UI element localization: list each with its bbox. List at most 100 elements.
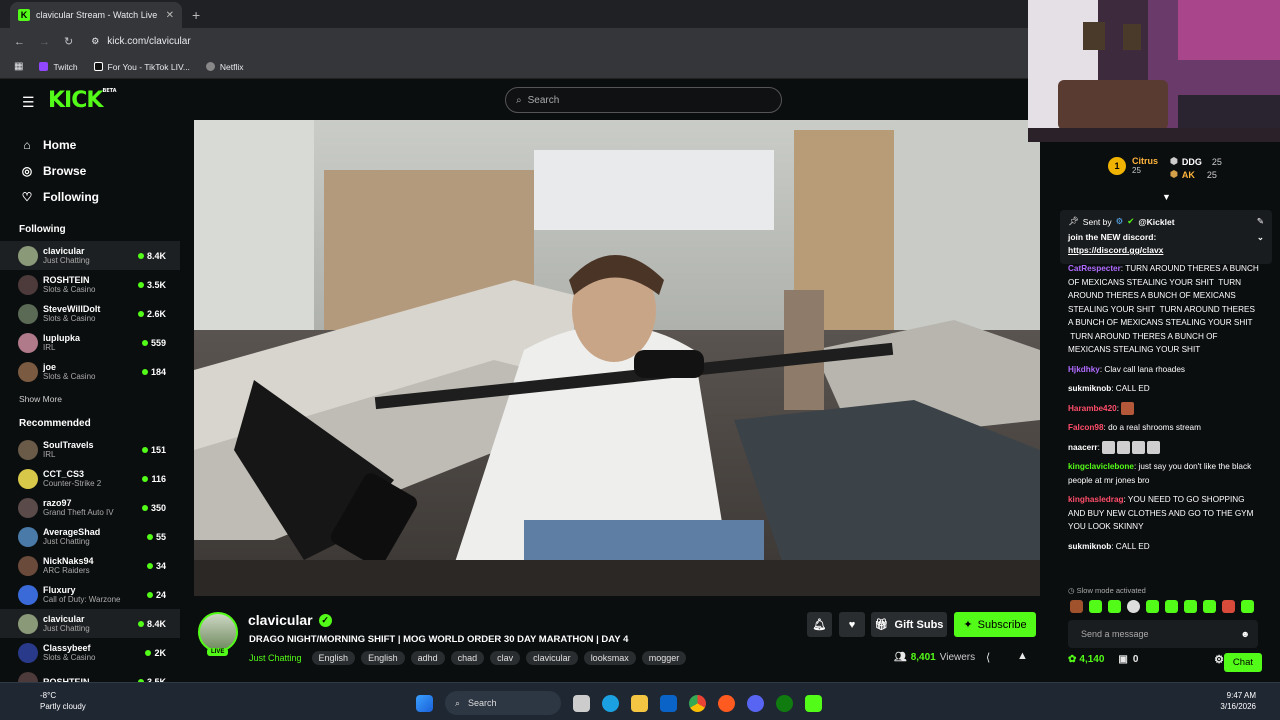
reload-icon[interactable]: ↻ — [64, 35, 73, 48]
heart-icon: ♡ — [21, 190, 33, 204]
chat-username[interactable]: sukmiknob — [1068, 542, 1111, 551]
sidebar-channel[interactable]: SoulTravels IRL 151 — [0, 435, 180, 464]
system-clock[interactable]: 9:47 AM 3/16/2026 — [1220, 690, 1256, 712]
emote-icon[interactable] — [1108, 600, 1121, 613]
chat-username[interactable]: CatRespecter — [1068, 264, 1121, 273]
browser-tab[interactable]: K clavicular Stream - Watch Live o ✕ — [10, 2, 182, 28]
tag[interactable]: adhd — [410, 651, 445, 665]
nav-following[interactable]: ♡ Following — [0, 184, 180, 210]
apps-grid-icon[interactable]: ▦ — [14, 61, 23, 72]
taskbar-search[interactable]: ⌕ Search — [445, 691, 561, 715]
expand-leaderboard-icon[interactable]: ▼ — [1162, 192, 1171, 202]
chat-username[interactable]: sukmiknob — [1068, 384, 1111, 393]
bookmark-tiktok[interactable]: For You - TikTok LIV... — [93, 62, 190, 72]
emote-icon[interactable] — [1184, 600, 1197, 613]
windows-start-icon[interactable] — [416, 694, 433, 712]
chat-username[interactable]: Hjkdhky — [1068, 365, 1100, 374]
emote-icon[interactable] — [1203, 600, 1216, 613]
notification-bell-button[interactable]: 🔔︎ — [807, 612, 832, 637]
tag[interactable]: English — [361, 651, 405, 665]
report-icon[interactable]: ▲ — [1017, 650, 1028, 662]
show-more-link[interactable]: Show More — [0, 394, 180, 404]
chat-text: CALL ED — [1115, 384, 1150, 393]
file-explorer-icon[interactable] — [631, 694, 648, 712]
sidebar-channel[interactable]: CCT_CS3 Counter-Strike 2 116 — [0, 464, 180, 493]
sidebar-channel[interactable]: clavicular Just Chatting 8.4K — [0, 609, 180, 638]
leader-ddg[interactable]: ⬢ DDG 25 — [1170, 156, 1222, 167]
settings-gear-icon[interactable]: ⚙ — [1214, 653, 1224, 666]
pinned-link[interactable]: https://discord.gg/clavx — [1068, 245, 1264, 255]
sidebar-channel[interactable]: razo97 Grand Theft Auto IV 350 — [0, 493, 180, 522]
chat-input[interactable]: Send a message ☻ — [1068, 620, 1258, 648]
emote-icon[interactable] — [1089, 600, 1102, 613]
emote-icon[interactable] — [1146, 600, 1159, 613]
sidebar-channel[interactable]: joe Slots & Casino 184 — [0, 357, 180, 386]
leader-name[interactable]: Citrus — [1132, 156, 1158, 166]
share-icon[interactable]: ⟨ — [986, 651, 990, 664]
kick-logo[interactable]: KICKBETA — [48, 88, 117, 113]
subscribe-button[interactable]: ✦ Subscribe — [954, 612, 1036, 637]
tag[interactable]: English — [311, 651, 356, 665]
bookmark-twitch[interactable]: Twitch — [39, 62, 78, 72]
outlook-icon[interactable] — [660, 694, 677, 712]
emote-icon[interactable] — [1070, 600, 1083, 613]
streamer-name[interactable]: clavicular ✓ — [248, 612, 332, 628]
bookmark-netflix[interactable]: Netflix — [205, 62, 244, 72]
emote-icon[interactable] — [1165, 600, 1178, 613]
discord-icon[interactable] — [747, 694, 764, 712]
address-bar-row: ← → ↻ ⚙ kick.com/clavicular — [0, 28, 1028, 55]
video-player[interactable] — [194, 120, 1040, 596]
xbox-icon[interactable] — [776, 694, 793, 712]
unpin-icon[interactable]: ✎ — [1257, 216, 1264, 227]
sidebar-channel[interactable]: ROSHTEIN Slots & Casino 3.5K — [0, 270, 180, 299]
chat-username[interactable]: Harambe420 — [1068, 404, 1117, 413]
stream-title: DRAGO NIGHT/MORNING SHIFT | MOG WORLD OR… — [249, 634, 629, 645]
tag[interactable]: mogger — [641, 651, 687, 665]
forward-icon[interactable]: → — [39, 36, 50, 48]
tag[interactable]: looksmax — [583, 651, 636, 665]
tag[interactable]: clavicular — [526, 651, 578, 665]
chat-username[interactable]: Falcon98 — [1068, 423, 1104, 432]
sidebar-channel[interactable]: SteveWillDoIt Slots & Casino 2.6K — [0, 299, 180, 328]
chat-send-button[interactable]: Chat — [1223, 653, 1262, 672]
chat-message: kingclaviclebone: just say you don't lik… — [1068, 462, 1252, 485]
edge-icon[interactable] — [602, 694, 619, 712]
follow-button[interactable]: ♥ — [839, 612, 865, 637]
emote-icon[interactable] — [1127, 600, 1140, 613]
app-icon[interactable] — [718, 694, 735, 712]
nav-browse[interactable]: ◎ Browse — [0, 158, 180, 184]
chat-username[interactable]: kingclaviclebone — [1068, 462, 1134, 471]
close-tab-icon[interactable]: ✕ — [166, 10, 174, 21]
sidebar-channel[interactable]: Fluxury Call of Duty: Warzone 24 — [0, 580, 180, 609]
sidebar-channel[interactable]: clavicular Just Chatting 8.4K — [0, 241, 180, 270]
sidebar-channel[interactable]: luplupka IRL 559 — [0, 328, 180, 357]
task-view-icon[interactable] — [573, 694, 590, 712]
back-icon[interactable]: ← — [14, 36, 25, 48]
emote-bar — [1070, 600, 1254, 613]
chat-username[interactable]: naacerr — [1068, 443, 1098, 452]
search-input[interactable]: ⌕ Search — [505, 87, 782, 113]
gift-subs-button[interactable]: 🎁︎ Gift Subs — [871, 612, 947, 637]
sidebar-channel[interactable]: Classybeef Slots & Casino 2K — [0, 638, 180, 667]
tag[interactable]: chad — [450, 651, 485, 665]
sidebar-channel[interactable]: ROSHTEIN 3.5K — [0, 667, 180, 682]
emoji-icon[interactable]: ☻ — [1241, 629, 1250, 639]
url-field[interactable]: ⚙ kick.com/clavicular — [91, 36, 190, 47]
leader-ak[interactable]: ⬢ AK 25 — [1170, 169, 1222, 180]
kick-app-icon[interactable] — [805, 694, 822, 712]
hamburger-menu-icon[interactable]: ☰ — [22, 94, 35, 111]
nav-home[interactable]: ⌂ Home — [0, 132, 180, 158]
sidebar-channel[interactable]: NickNaks94 ARC Raiders 34 — [0, 551, 180, 580]
emote-icon[interactable] — [1241, 600, 1254, 613]
chevron-down-icon[interactable]: ⌄ — [1257, 232, 1264, 243]
chat-username[interactable]: kinghasledrag — [1068, 495, 1124, 504]
emote-icon[interactable] — [1222, 600, 1235, 613]
weather-widget[interactable]: -8°C Partly cloudy — [22, 690, 86, 712]
sidebar-channel[interactable]: AverageShad Just Chatting 55 — [0, 522, 180, 551]
tag[interactable]: clav — [490, 651, 521, 665]
site-info-icon[interactable]: ⚙ — [91, 36, 99, 47]
category-link[interactable]: Just Chatting — [249, 653, 302, 663]
streamer-avatar[interactable] — [198, 612, 238, 652]
chrome-icon[interactable] — [689, 694, 706, 712]
new-tab-icon[interactable]: + — [192, 7, 200, 23]
